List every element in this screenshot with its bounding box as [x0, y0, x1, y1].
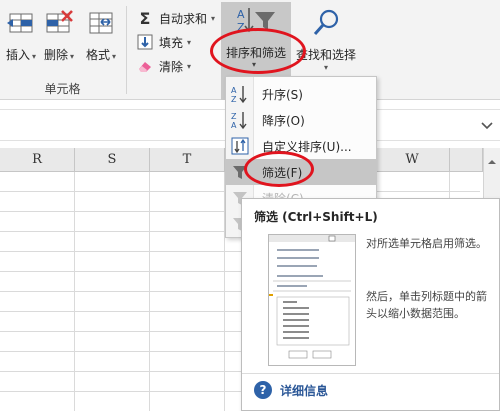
- sigma-icon: Σ: [139, 8, 151, 28]
- insert-label: 插入: [6, 48, 31, 62]
- clear-button[interactable]: 清除 ▾: [136, 56, 191, 76]
- magnifier-icon: [311, 8, 341, 38]
- group-divider: [126, 6, 127, 94]
- cells-group-label: 单元格: [44, 82, 81, 96]
- autosum-label: 自动求和: [159, 11, 208, 26]
- svg-text:Z: Z: [231, 112, 237, 121]
- tooltip-description-2: 然后，单击列标题中的箭头以缩小数据范围。: [366, 290, 487, 320]
- format-cells-icon: [86, 8, 116, 38]
- tooltip-title: 筛选 (Ctrl+Shift+L): [254, 210, 378, 224]
- svg-text:A: A: [231, 121, 237, 130]
- sort-filter-label: 排序和筛选: [225, 46, 286, 60]
- delete-button[interactable]: 删除 ▾: [44, 8, 74, 63]
- column-header-s[interactable]: S: [75, 148, 150, 172]
- find-select-label: 查找和选择: [296, 48, 357, 62]
- svg-text:A: A: [231, 86, 237, 95]
- svg-text:Z: Z: [231, 95, 237, 104]
- delete-cells-icon: [44, 8, 74, 38]
- tooltip-divider: [242, 373, 499, 374]
- help-icon: ?: [254, 381, 272, 399]
- chevron-down-icon[interactable]: [480, 118, 494, 132]
- column-header-t[interactable]: T: [150, 148, 225, 172]
- format-label: 格式: [86, 48, 111, 62]
- menu-label-filter: 筛选(F): [262, 165, 303, 180]
- filter-tooltip: 筛选 (Ctrl+Shift+L) 对所选单元格启用筛选。 然后，单击列标题中的…: [241, 198, 500, 411]
- menu-item-custom-sort[interactable]: 自定义排序(U)...: [226, 133, 376, 159]
- svg-text:A: A: [237, 8, 245, 21]
- insert-cells-icon: [6, 8, 36, 38]
- delete-dropdown-arrow: ▾: [70, 52, 75, 61]
- menu-label-sort-ascending: 升序(S): [262, 87, 303, 102]
- menu-label-sort-descending: 降序(O): [262, 113, 305, 128]
- more-info-link[interactable]: ? 详细信息: [254, 381, 328, 399]
- sort-filter-icon: A Z: [233, 4, 279, 34]
- format-dropdown-arrow: ▾: [112, 52, 117, 61]
- column-header-x[interactable]: [450, 148, 483, 172]
- custom-sort-icon: [226, 133, 254, 159]
- autosum-dropdown-arrow: ▾: [211, 13, 216, 23]
- fill-button[interactable]: 填充 ▾: [136, 32, 191, 52]
- find-select-button[interactable]: 查找和选择 ▾: [296, 8, 356, 72]
- more-info-label: 详细信息: [280, 383, 329, 398]
- scroll-up-icon[interactable]: [487, 156, 497, 166]
- fill-dropdown-arrow: ▾: [187, 37, 192, 47]
- menu-item-sort-ascending[interactable]: A Z 升序(S): [226, 81, 376, 107]
- filter-icon: [226, 159, 254, 185]
- eraser-icon: [136, 57, 154, 75]
- sort-ascending-icon: A Z: [226, 81, 254, 107]
- menu-label-custom-sort: 自定义排序(U)...: [262, 139, 352, 154]
- fill-label: 填充: [159, 35, 184, 50]
- insert-button[interactable]: 插入 ▾: [6, 8, 36, 63]
- fill-down-icon: [136, 33, 154, 51]
- autosum-button[interactable]: Σ 自动求和 ▾: [136, 8, 216, 28]
- insert-dropdown-arrow: ▾: [32, 52, 37, 61]
- filter-preview-image: [267, 234, 356, 366]
- clear-dropdown-arrow: ▾: [187, 61, 192, 71]
- svg-text:Z: Z: [237, 21, 245, 34]
- delete-label: 删除: [44, 48, 69, 62]
- sort-filter-dropdown-arrow: ▾: [252, 60, 257, 69]
- tooltip-description: 对所选单元格启用筛选。: [366, 237, 487, 250]
- menu-item-filter[interactable]: 筛选(F): [226, 159, 376, 185]
- column-header-w[interactable]: W: [375, 148, 450, 172]
- format-button[interactable]: 格式 ▾: [86, 8, 116, 63]
- clear-label: 清除: [159, 59, 184, 74]
- sort-descending-icon: Z A: [226, 107, 254, 133]
- column-header-r[interactable]: R: [0, 148, 75, 172]
- find-select-dropdown-arrow: ▾: [324, 63, 329, 72]
- menu-item-sort-descending[interactable]: Z A 降序(O): [226, 107, 376, 133]
